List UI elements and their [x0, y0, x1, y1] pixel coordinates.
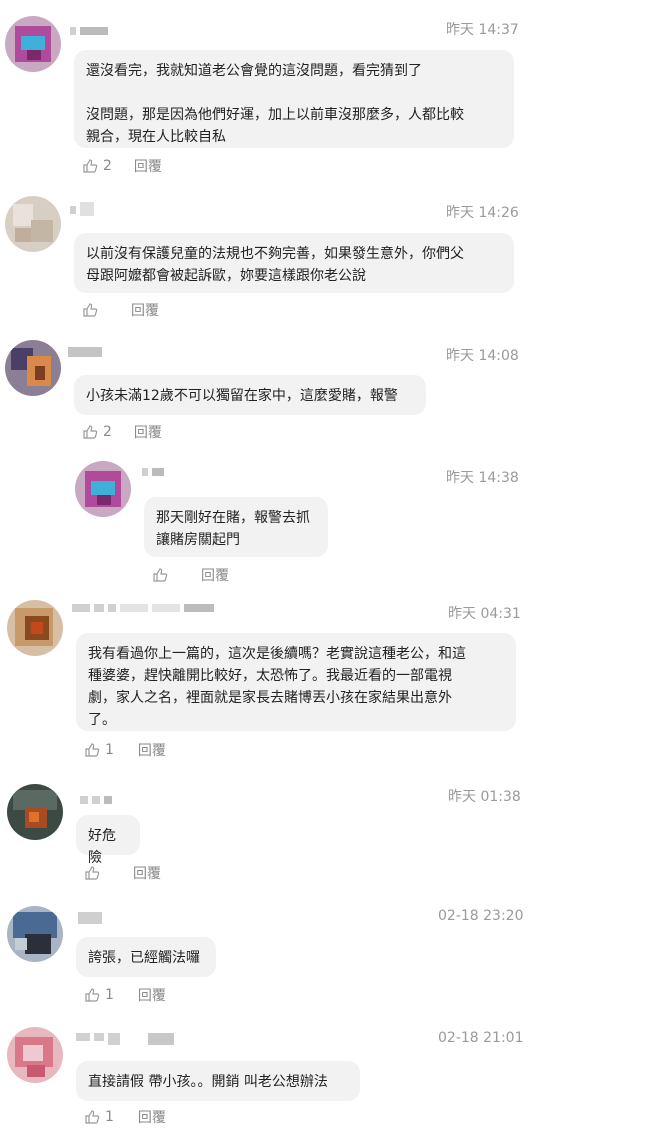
- reply-button[interactable]: 回覆: [201, 565, 229, 585]
- avatar[interactable]: [5, 340, 61, 396]
- comment-actions: 回覆: [82, 300, 159, 320]
- avatar[interactable]: [5, 196, 61, 252]
- like-button[interactable]: [152, 567, 173, 583]
- reply-button[interactable]: 回覆: [138, 1107, 166, 1127]
- reply-button[interactable]: 回覆: [138, 740, 166, 760]
- comment-bubble: 誇張，已經觸法囉: [76, 937, 216, 977]
- comment-time: 02-18 23:20: [438, 908, 524, 924]
- like-button[interactable]: [82, 302, 103, 318]
- like-count: 2: [103, 158, 112, 174]
- thumbs-up-icon: [85, 743, 100, 757]
- user-name[interactable]: [72, 604, 218, 612]
- reply-button[interactable]: 回覆: [133, 863, 161, 883]
- like-button[interactable]: 2: [82, 158, 112, 174]
- comment-bubble: 我有看過你上一篇的，這次是後續嗎？老實說這種老公，和這 種婆婆，趕快離開比較好，…: [76, 633, 516, 731]
- avatar[interactable]: [7, 1027, 63, 1083]
- comment-actions: 2 回覆: [82, 422, 162, 442]
- comment-actions: 回覆: [84, 863, 161, 883]
- thumbs-up-icon: [83, 425, 98, 439]
- thumbs-up-icon: [85, 866, 100, 880]
- thumbs-up-icon: [153, 568, 168, 582]
- comment-time: 昨天 14:38: [446, 470, 519, 486]
- like-button[interactable]: 1: [84, 742, 114, 758]
- comment-time: 昨天 14:26: [446, 205, 519, 221]
- like-button[interactable]: [84, 865, 105, 881]
- user-name[interactable]: [70, 27, 112, 35]
- like-button[interactable]: 1: [84, 1109, 114, 1125]
- like-count: 1: [105, 1109, 114, 1125]
- comment-time: 02-18 21:01: [438, 1030, 524, 1046]
- comment-time: 昨天 01:38: [448, 789, 521, 805]
- reply-button[interactable]: 回覆: [134, 156, 162, 176]
- user-name[interactable]: [76, 1033, 178, 1045]
- comment-bubble: 好危險: [76, 815, 140, 866]
- avatar[interactable]: [75, 461, 131, 517]
- user-name[interactable]: [68, 347, 106, 357]
- reply-button[interactable]: 回覆: [131, 300, 159, 320]
- avatar[interactable]: [7, 784, 63, 840]
- comment-bubble: 直接請假 帶小孩。。開銷 叫老公想辦法: [76, 1061, 360, 1101]
- user-name[interactable]: [80, 796, 116, 804]
- user-name[interactable]: [70, 202, 98, 216]
- user-name[interactable]: [78, 912, 106, 924]
- comment-actions: 2 回覆: [82, 156, 162, 176]
- comment-bubble: 還沒看完，我就知道老公會覺的這沒問題，看完猜到了 沒問題，那是因為他們好運，加上…: [74, 50, 514, 148]
- comment-actions: 1 回覆: [84, 740, 166, 760]
- like-button[interactable]: 2: [82, 424, 112, 440]
- thumbs-up-icon: [85, 1110, 100, 1124]
- comment-actions: 1 回覆: [84, 985, 166, 1005]
- avatar[interactable]: [7, 600, 63, 656]
- comment-actions: 1 回覆: [84, 1107, 166, 1127]
- reply-button[interactable]: 回覆: [138, 985, 166, 1005]
- comment-actions: 回覆: [152, 565, 229, 585]
- like-button[interactable]: 1: [84, 987, 114, 1003]
- thumbs-up-icon: [85, 988, 100, 1002]
- comment-bubble: 那天剛好在賭，報警去抓 讓賭房關起門: [144, 497, 328, 557]
- like-count: 2: [103, 424, 112, 440]
- thumbs-up-icon: [83, 159, 98, 173]
- comment-bubble: 以前沒有保護兒童的法規也不夠完善，如果發生意外，你們父 母跟阿嬤都會被起訴歐，妳…: [74, 233, 514, 293]
- comment-bubble: 小孩未滿12歲不可以獨留在家中，這麼愛賭，報警: [74, 375, 426, 415]
- user-name[interactable]: [142, 468, 168, 476]
- thumbs-up-icon: [83, 303, 98, 317]
- comment-time: 昨天 14:08: [446, 348, 519, 364]
- reply-button[interactable]: 回覆: [134, 422, 162, 442]
- avatar[interactable]: [5, 16, 61, 72]
- like-count: 1: [105, 742, 114, 758]
- comment-time: 昨天 14:37: [446, 22, 519, 38]
- avatar[interactable]: [7, 906, 63, 962]
- like-count: 1: [105, 987, 114, 1003]
- comment-time: 昨天 04:31: [448, 606, 521, 622]
